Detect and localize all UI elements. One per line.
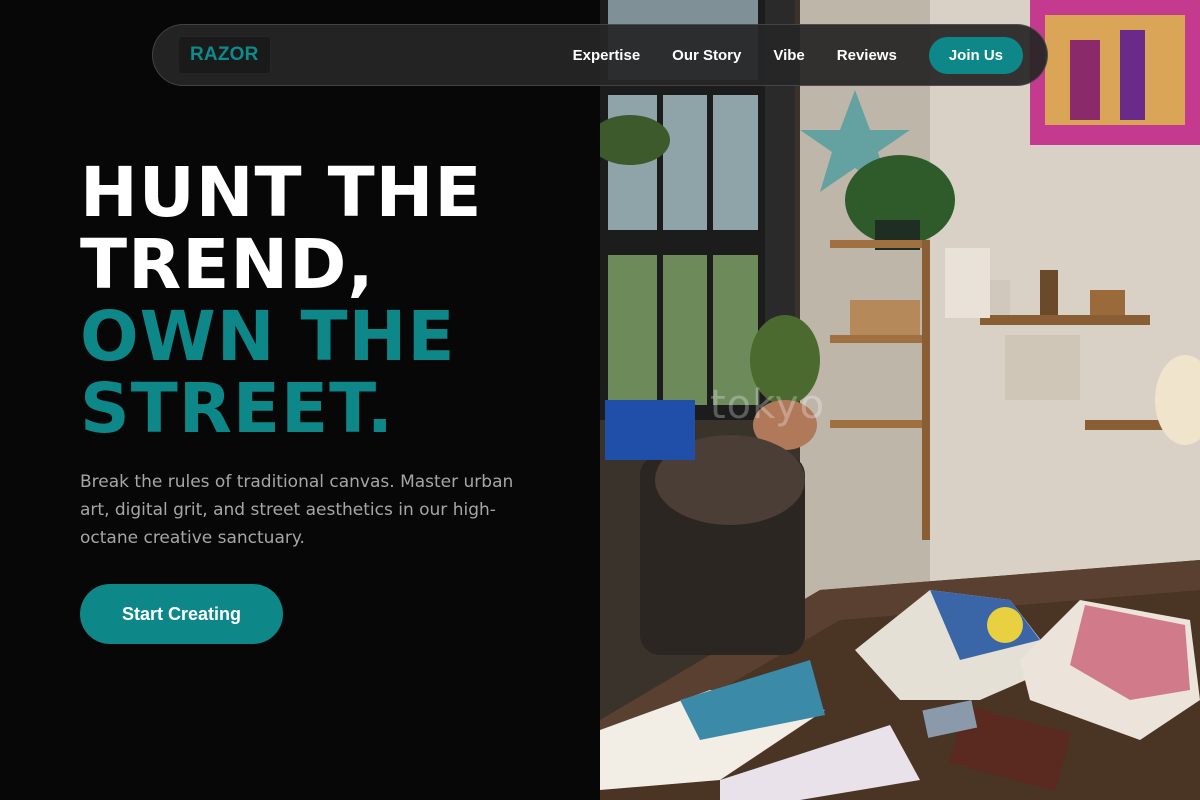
headline-line-4: STREET. <box>80 369 394 449</box>
join-us-button[interactable]: Join Us <box>928 36 1023 74</box>
headline-line-2: TREND, <box>80 225 375 305</box>
studio-illustration <box>600 0 1200 800</box>
nav-link-vibe[interactable]: Vibe <box>773 47 804 64</box>
start-creating-button[interactable]: Start Creating <box>80 584 283 644</box>
headline-line-3: OWN THE <box>80 297 456 377</box>
hero-headline: HUNT THE TREND, OWN THE STREET. <box>80 157 483 445</box>
nav-link-expertise[interactable]: Expertise <box>573 47 641 64</box>
headline-line-1: HUNT THE <box>80 153 483 233</box>
image-watermark: tokyo <box>710 382 826 428</box>
brand-logo[interactable]: RAZOR <box>178 36 271 74</box>
hero-image: tokyo <box>600 0 1200 800</box>
top-navbar: RAZOR Expertise Our Story Vibe Reviews J… <box>152 24 1048 86</box>
nav-link-our-story[interactable]: Our Story <box>672 47 741 64</box>
hero-subtitle: Break the rules of traditional canvas. M… <box>80 472 514 548</box>
nav-link-reviews[interactable]: Reviews <box>837 47 897 64</box>
nav-links: Expertise Our Story Vibe Reviews Join Us <box>573 36 1023 74</box>
